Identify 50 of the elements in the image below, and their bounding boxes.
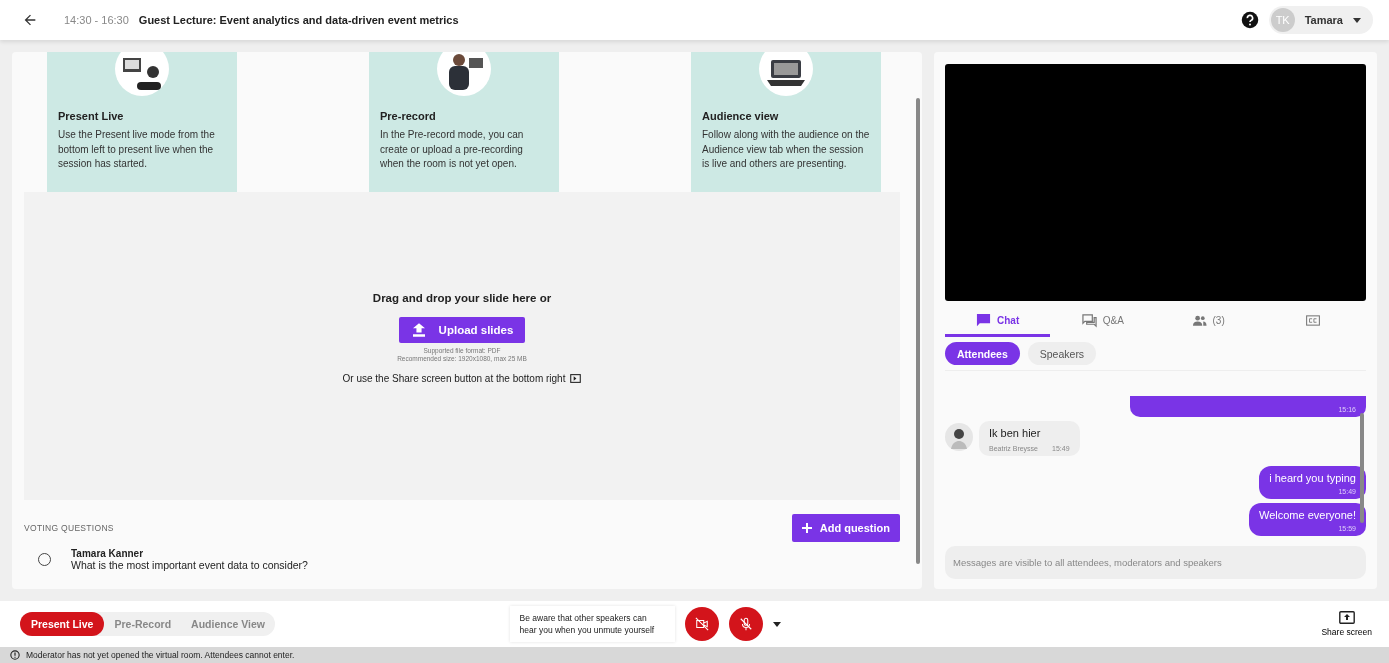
audience-filter[interactable]: Attendees (945, 342, 1020, 365)
scrollbar[interactable] (916, 98, 920, 564)
chat-tab[interactable]: Chat (945, 307, 1051, 337)
session-time: 14:30 - 16:30 (64, 14, 129, 26)
card-description: Follow along with the audience on the Audience view tab when the session is live and others are presenting. (702, 128, 870, 171)
sender-avatar (945, 423, 973, 451)
card-title: Pre-record (380, 110, 437, 122)
session-title: Guest Lecture: Event analytics and data-driven event metrics (138, 14, 459, 26)
captions-icon (1306, 315, 1321, 326)
question-author: Tamara Kanner (71, 548, 145, 559)
message-text: Ik ben hier (989, 427, 1042, 439)
message-input[interactable]: Messages are visible to all attendees, moderators and speakers (945, 546, 1366, 579)
chat-icon (976, 313, 991, 328)
add-question-button[interactable]: Add question (791, 514, 900, 542)
back-arrow-icon[interactable] (22, 12, 38, 28)
plus-icon (801, 523, 812, 533)
upload-slides-button[interactable]: Upload slides (398, 317, 526, 343)
card-title: Audience view (702, 110, 780, 122)
drop-heading: Drag and drop your slide here or (372, 292, 552, 304)
caret-icon (1353, 17, 1361, 23)
message-text: i heard you typing (1269, 472, 1356, 484)
camera-off-icon (694, 617, 709, 631)
help-icon[interactable] (1240, 11, 1259, 29)
questions-icon (1081, 313, 1097, 328)
card-title: Present Live (58, 110, 125, 122)
share-screen-icon (1338, 611, 1355, 624)
unmute-notice: Be aware that other speakers can hear you when you unmute yourself (509, 606, 675, 642)
chat-tab[interactable]: Q&A (1050, 307, 1156, 337)
share-hint: Or use the Share screen button at the bottom right (342, 373, 566, 384)
upload-icon (412, 323, 425, 337)
info-icon (10, 650, 20, 660)
voting-heading: VOTING QUESTIONS (24, 523, 114, 533)
audience-filter[interactable]: Speakers (1027, 342, 1097, 365)
mode-tab[interactable]: Present Live (20, 612, 105, 636)
microphone-toggle-button[interactable] (728, 607, 763, 641)
scrollbar[interactable] (1360, 413, 1364, 523)
status-message: Moderator has not yet opened the virtual room. Attendees cannot enter. (26, 650, 295, 660)
mode-tab[interactable]: Pre-Record (104, 612, 182, 636)
question-text: What is the most important event data to consider? (71, 559, 308, 571)
card-description: In the Pre-record mode, you can create or upload a pre-recording when the room is not yet open. (380, 128, 525, 171)
share-screen-icon (570, 374, 582, 383)
camera-toggle-button[interactable] (684, 607, 719, 641)
message-text: Welcome everyone! (1259, 509, 1356, 521)
people-icon (1191, 314, 1207, 327)
chat-tab[interactable]: (3) (1155, 307, 1261, 337)
mode-tab[interactable]: Audience View (181, 612, 275, 636)
caret-icon[interactable] (772, 621, 781, 627)
share-screen-button[interactable]: Share screen (1315, 610, 1378, 638)
card-description: Use the Present live mode from the bottom left to present live when the session has started. (58, 128, 216, 171)
microphone-off-icon (738, 617, 753, 631)
